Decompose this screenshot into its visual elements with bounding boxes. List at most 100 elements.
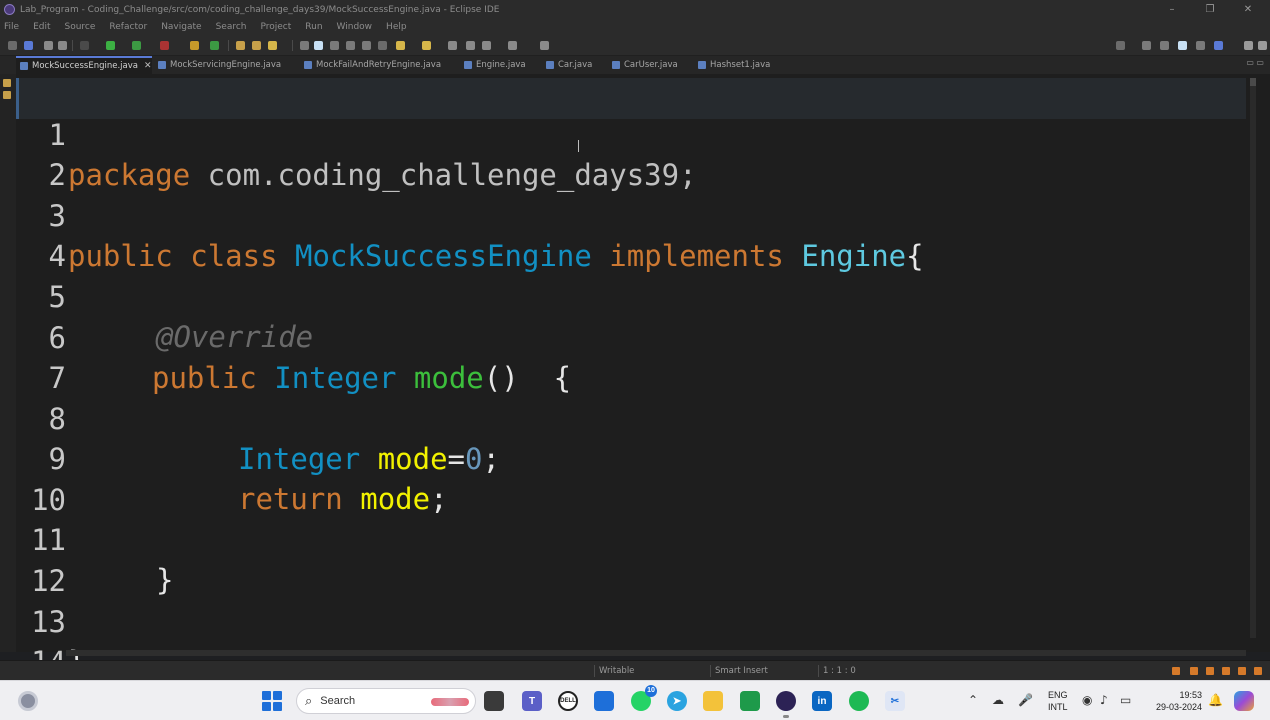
forward-history-icon[interactable] (508, 41, 517, 50)
menu-refactor[interactable]: Refactor (109, 22, 147, 32)
microphone-icon[interactable]: 🎤 (1018, 693, 1033, 707)
weather-widget-icon[interactable] (18, 691, 38, 711)
volume-icon[interactable]: ♪ (1100, 693, 1108, 707)
minimize-maximize-editor-icon[interactable]: ▭ ▭ (1246, 58, 1264, 67)
last-edit-icon[interactable] (448, 41, 457, 50)
show-whitespace-icon[interactable] (346, 41, 355, 50)
debug-icon[interactable] (80, 41, 89, 50)
tab-mocksuccessengine[interactable]: MockSuccessEngine.java ✕ (16, 56, 152, 74)
word-wrap-icon[interactable] (362, 41, 371, 50)
code-editor[interactable]: 1 package com.coding_challenge_days39; 2… (0, 74, 1270, 679)
block-selection-icon[interactable] (330, 41, 339, 50)
build-icon[interactable] (1206, 667, 1214, 675)
view-menu-icon[interactable] (1244, 41, 1253, 50)
search-icon[interactable] (1116, 41, 1125, 50)
notifications-bell-icon[interactable]: 🔔 (1208, 693, 1223, 707)
run-icon[interactable] (106, 41, 115, 50)
pin-editor-icon[interactable] (378, 41, 387, 50)
menu-file[interactable]: File (4, 22, 19, 32)
maximize-view-icon[interactable] (1258, 41, 1267, 50)
new-java-project-icon[interactable] (190, 41, 199, 50)
tab-engine[interactable]: Engine.java (464, 56, 538, 74)
microsoft-store-icon[interactable] (594, 691, 614, 711)
number-literal: 0 (465, 442, 483, 476)
terminal-icon[interactable] (540, 41, 549, 50)
start-button[interactable] (262, 691, 282, 711)
minimize-button[interactable]: – (1154, 0, 1190, 19)
annotation-next-icon[interactable] (396, 41, 405, 50)
edit-icon[interactable] (1222, 667, 1230, 675)
variable-type: Integer (238, 442, 361, 476)
onedrive-icon[interactable]: ☁ (992, 693, 1004, 707)
back-icon[interactable] (466, 41, 475, 50)
external-tools-icon[interactable] (160, 41, 169, 50)
eclipse-taskbar-icon[interactable] (776, 691, 796, 718)
copilot-icon[interactable] (1234, 691, 1254, 711)
undo-icon[interactable] (44, 41, 53, 50)
menu-window[interactable]: Window (337, 22, 373, 32)
spreadsheet-icon[interactable] (740, 691, 760, 711)
task-view-icon[interactable] (484, 691, 504, 711)
spotify-icon[interactable] (849, 691, 869, 711)
perspective-resource-icon[interactable] (1160, 41, 1169, 50)
menu-source[interactable]: Source (65, 22, 96, 32)
menu-edit[interactable]: Edit (33, 22, 50, 32)
new-icon[interactable] (8, 41, 17, 50)
mark-occurrences-icon[interactable] (314, 41, 323, 50)
menu-help[interactable]: Help (386, 22, 407, 32)
open-brace: { (906, 239, 924, 273)
teams-icon[interactable]: T (522, 691, 542, 711)
horizontal-scrollbar[interactable] (66, 650, 1246, 656)
redo-icon[interactable] (58, 41, 67, 50)
toggle-breadcrumb-icon[interactable] (300, 41, 309, 50)
tab-hashset1[interactable]: Hashset1.java (698, 56, 784, 74)
new-package-icon[interactable] (210, 41, 219, 50)
menu-bar: File Edit Source Refactor Navigate Searc… (0, 19, 1270, 35)
annotation-prev-icon[interactable] (422, 41, 431, 50)
linkedin-icon[interactable]: in (812, 691, 832, 711)
close-brace: } (156, 563, 174, 597)
method-signature-punctuation: () { (483, 361, 572, 395)
clock[interactable]: 19:53 29-03-2024 (1146, 689, 1202, 713)
telegram-icon[interactable]: ➤ (667, 691, 687, 711)
tab-car[interactable]: Car.java (546, 56, 604, 74)
menu-run[interactable]: Run (305, 22, 322, 32)
open-perspective-icon[interactable] (1142, 41, 1151, 50)
tab-mockservicingengine[interactable]: MockServicingEngine.java (158, 56, 294, 74)
search-tool-icon[interactable] (268, 41, 277, 50)
notification-icon[interactable] (1190, 667, 1198, 675)
open-task-icon[interactable] (252, 41, 261, 50)
dell-icon[interactable]: DELL (558, 691, 578, 711)
open-type-icon[interactable] (236, 41, 245, 50)
status-insert-mode[interactable]: Smart Insert (710, 665, 768, 677)
language-indicator[interactable]: ENG INTL (1048, 689, 1068, 713)
windows-logo-pane (262, 702, 271, 711)
taskbar-search-box[interactable]: ⌕ Search (296, 688, 476, 714)
menu-project[interactable]: Project (260, 22, 291, 32)
menu-navigate[interactable]: Navigate (161, 22, 201, 32)
progress-icon[interactable] (1172, 667, 1180, 675)
scrollbar-thumb[interactable] (1250, 78, 1256, 86)
perspective-git-icon[interactable] (1214, 41, 1223, 50)
close-window-button[interactable]: ✕ (1230, 0, 1266, 19)
wifi-icon[interactable]: ◉ (1082, 693, 1092, 707)
forward-icon[interactable] (482, 41, 491, 50)
tab-caruser[interactable]: CarUser.java (612, 56, 690, 74)
show-hidden-icons-icon[interactable]: ⌃ (968, 693, 978, 707)
coverage-icon[interactable] (132, 41, 141, 50)
file-explorer-icon[interactable] (703, 691, 723, 711)
menu-search[interactable]: Search (216, 22, 247, 32)
vertical-scrollbar[interactable] (1250, 78, 1256, 638)
perspective-java-icon[interactable] (1178, 41, 1187, 50)
whatsapp-icon[interactable]: 10 (631, 685, 657, 711)
snipping-tool-icon[interactable]: ✂ (885, 691, 905, 711)
tab-mockfailandretryengine[interactable]: MockFailAndRetryEngine.java (304, 56, 454, 74)
perspective-debug-icon[interactable] (1196, 41, 1205, 50)
close-tab-icon[interactable]: ✕ (144, 61, 152, 71)
share-icon[interactable] (1254, 667, 1262, 675)
settings-icon[interactable] (1238, 667, 1246, 675)
battery-icon[interactable]: ▭ (1120, 693, 1131, 707)
status-cursor-position[interactable]: 1 : 1 : 0 (818, 665, 856, 677)
save-icon[interactable] (24, 41, 33, 50)
maximize-button[interactable]: ❐ (1192, 0, 1228, 19)
